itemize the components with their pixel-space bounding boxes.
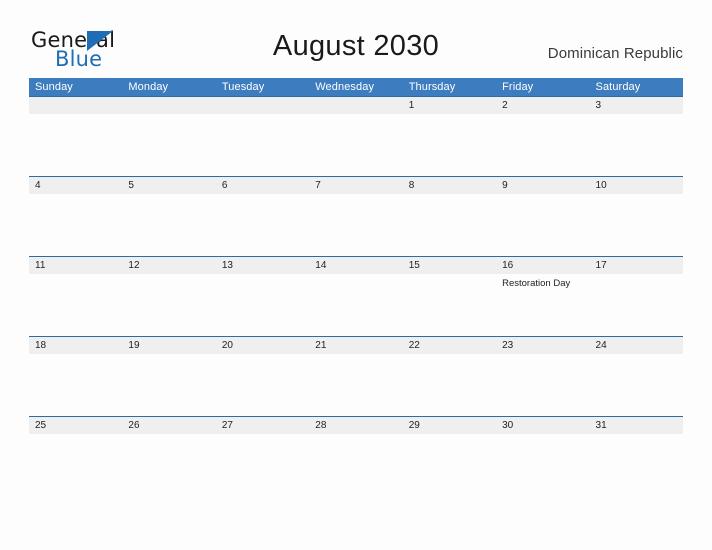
day-cell[interactable] [309,274,402,336]
week-event-band [29,194,683,256]
day-cell[interactable] [216,194,309,256]
weekday-sunday: Sunday [35,81,73,93]
weekday-monday: Monday [128,81,169,93]
day-cell[interactable] [496,434,589,496]
calendar-week-row: 25 26 27 28 29 30 31 [29,416,683,496]
weekday-friday: Friday [502,81,534,93]
day-cell[interactable] [403,114,496,176]
day-number[interactable]: 20 [216,337,309,354]
day-number[interactable]: 16 [496,257,589,274]
day-cell[interactable]: Restoration Day [496,274,589,336]
day-number[interactable]: 7 [309,177,402,194]
day-number[interactable]: 25 [29,417,122,434]
day-number[interactable] [122,97,215,114]
day-cell[interactable] [590,194,683,256]
day-number[interactable]: 4 [29,177,122,194]
day-cell[interactable] [309,194,402,256]
day-number[interactable]: 21 [309,337,402,354]
day-number[interactable]: 22 [403,337,496,354]
day-cell[interactable] [29,274,122,336]
region-label: Dominican Republic [547,45,683,62]
day-cell[interactable] [216,434,309,496]
day-number[interactable]: 13 [216,257,309,274]
week-date-band: 18 19 20 21 22 23 24 [29,336,683,354]
day-number[interactable]: 6 [216,177,309,194]
week-event-band [29,434,683,496]
day-number[interactable]: 14 [309,257,402,274]
day-cell[interactable] [590,434,683,496]
day-cell[interactable] [403,354,496,416]
calendar-page: General Blue August 2030 Dominican Repub… [0,0,712,550]
event-label: Restoration Day [502,278,571,289]
day-number[interactable]: 28 [309,417,402,434]
day-cell[interactable] [496,194,589,256]
day-cell[interactable] [29,354,122,416]
weekday-header-row: Sunday Monday Tuesday Wednesday Thursday… [29,78,683,96]
day-number[interactable]: 8 [403,177,496,194]
day-number[interactable]: 3 [590,97,683,114]
day-cell[interactable] [29,114,122,176]
page-header: General Blue August 2030 Dominican Repub… [0,0,712,78]
day-cell[interactable] [496,114,589,176]
day-cell[interactable] [309,434,402,496]
calendar-grid: Sunday Monday Tuesday Wednesday Thursday… [29,78,683,496]
day-cell[interactable] [122,114,215,176]
day-number[interactable]: 2 [496,97,589,114]
day-cell[interactable] [403,274,496,336]
day-cell[interactable] [216,274,309,336]
day-number[interactable]: 24 [590,337,683,354]
day-number[interactable]: 18 [29,337,122,354]
week-date-band: 11 12 13 14 15 16 17 [29,256,683,274]
day-number[interactable]: 1 [403,97,496,114]
day-number[interactable]: 30 [496,417,589,434]
weekday-thursday: Thursday [408,81,456,93]
day-number[interactable]: 15 [403,257,496,274]
day-number[interactable] [309,97,402,114]
day-number[interactable]: 9 [496,177,589,194]
week-event-band: Restoration Day [29,274,683,336]
day-cell[interactable] [29,194,122,256]
weekday-saturday: Saturday [595,81,641,93]
day-number[interactable]: 10 [590,177,683,194]
day-cell[interactable] [403,434,496,496]
weekday-wednesday: Wednesday [315,81,375,93]
day-cell[interactable] [122,354,215,416]
day-number[interactable]: 31 [590,417,683,434]
day-cell[interactable] [122,274,215,336]
calendar-week-row: 4 5 6 7 8 9 10 [29,176,683,256]
day-cell[interactable] [216,114,309,176]
day-number[interactable]: 5 [122,177,215,194]
day-number[interactable]: 17 [590,257,683,274]
day-cell[interactable] [590,114,683,176]
day-cell[interactable] [29,434,122,496]
day-number[interactable]: 27 [216,417,309,434]
week-date-band: 25 26 27 28 29 30 31 [29,416,683,434]
week-event-band [29,354,683,416]
calendar-week-row: 1 2 3 [29,96,683,176]
day-cell[interactable] [122,434,215,496]
day-number[interactable]: 23 [496,337,589,354]
day-number[interactable] [29,97,122,114]
week-date-band: 1 2 3 [29,96,683,114]
day-cell[interactable] [403,194,496,256]
day-cell[interactable] [309,114,402,176]
calendar-week-row: 18 19 20 21 22 23 24 [29,336,683,416]
day-number[interactable]: 26 [122,417,215,434]
day-number[interactable]: 11 [29,257,122,274]
day-cell[interactable] [216,354,309,416]
day-cell[interactable] [309,354,402,416]
day-number[interactable]: 29 [403,417,496,434]
day-number[interactable]: 12 [122,257,215,274]
day-number[interactable] [216,97,309,114]
day-cell[interactable] [590,354,683,416]
weekday-tuesday: Tuesday [221,81,265,93]
day-cell[interactable] [122,194,215,256]
week-event-band [29,114,683,176]
day-cell[interactable] [590,274,683,336]
day-number[interactable]: 19 [122,337,215,354]
calendar-week-row: 11 12 13 14 15 16 17 Restoration Day [29,256,683,336]
week-date-band: 4 5 6 7 8 9 10 [29,176,683,194]
day-cell[interactable] [496,354,589,416]
